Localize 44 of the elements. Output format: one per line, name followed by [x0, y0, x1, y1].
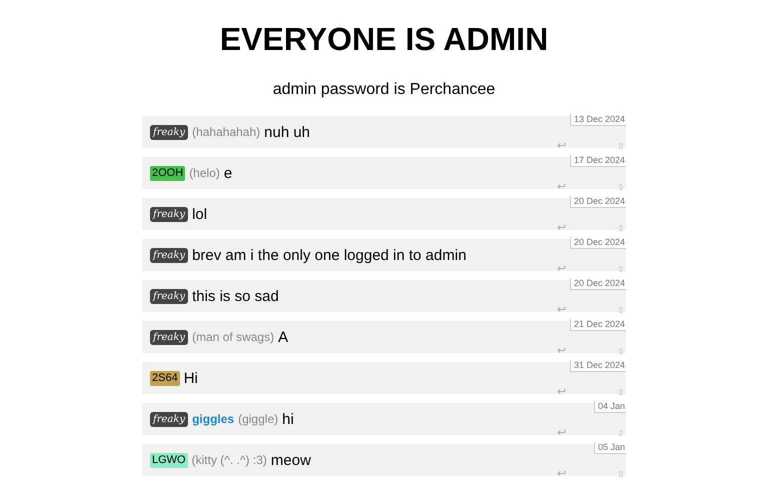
user-badge: freaky	[150, 288, 188, 304]
user-badge: freaky	[150, 412, 188, 426]
message-date: 05 Jan	[594, 442, 626, 454]
message-text: e	[224, 164, 232, 182]
reply-button[interactable]: ↩	[557, 141, 566, 151]
user-badge: freaky	[150, 124, 188, 140]
message-date: 20 Dec 2024	[570, 237, 626, 249]
user-nickname: (man of swags)	[192, 330, 274, 344]
user-nickname: (helo)	[189, 166, 220, 180]
user-nickname: (giggle)	[238, 412, 278, 426]
message-date: 21 Dec 2024	[570, 319, 626, 331]
user-nickname: (hahahahah)	[192, 125, 260, 139]
message-date: 20 Dec 2024	[570, 196, 626, 208]
message-text: lol	[192, 206, 208, 222]
message-date: 17 Dec 2024	[570, 155, 626, 167]
reply-button[interactable]: ↩	[557, 346, 566, 356]
reply-button[interactable]: ↩	[557, 223, 566, 233]
message-text: A	[278, 328, 288, 346]
reply-button[interactable]: ↩	[557, 428, 566, 438]
user-badge: LGWO	[150, 452, 188, 468]
page-title: EVERYONE IS ADMIN	[220, 20, 548, 58]
message-date: 04 Jan	[594, 401, 626, 413]
reply-button[interactable]: ↩	[557, 182, 566, 192]
message-date: 13 Dec 2024	[570, 114, 626, 126]
message-date: 31 Dec 2024	[570, 360, 626, 372]
user-badge: freaky	[150, 248, 188, 262]
user-nickname: (kitty (^. .^) :3)	[192, 453, 267, 467]
message-text: hi	[282, 410, 294, 428]
message-text: Hi	[184, 370, 198, 386]
message-text: meow	[270, 452, 311, 468]
reply-button[interactable]: ↩	[557, 264, 566, 274]
reply-button[interactable]: ↩	[557, 469, 566, 479]
user-name: giggles	[192, 412, 234, 426]
user-badge: 2OOH	[150, 166, 186, 180]
message-text: brev am i the only one logged in to admin	[192, 246, 466, 264]
user-badge: freaky	[150, 330, 188, 344]
message-text: nuh uh	[264, 124, 310, 140]
reply-button[interactable]: ↩	[557, 387, 566, 397]
message-date: 20 Dec 2024	[570, 278, 626, 290]
message-text: this is so sad	[192, 288, 279, 304]
user-badge: 2S64	[150, 370, 180, 386]
page-subtitle: admin password is Perchancee	[272, 80, 496, 100]
reply-button[interactable]: ↩	[557, 305, 566, 315]
user-badge: freaky	[150, 206, 188, 222]
